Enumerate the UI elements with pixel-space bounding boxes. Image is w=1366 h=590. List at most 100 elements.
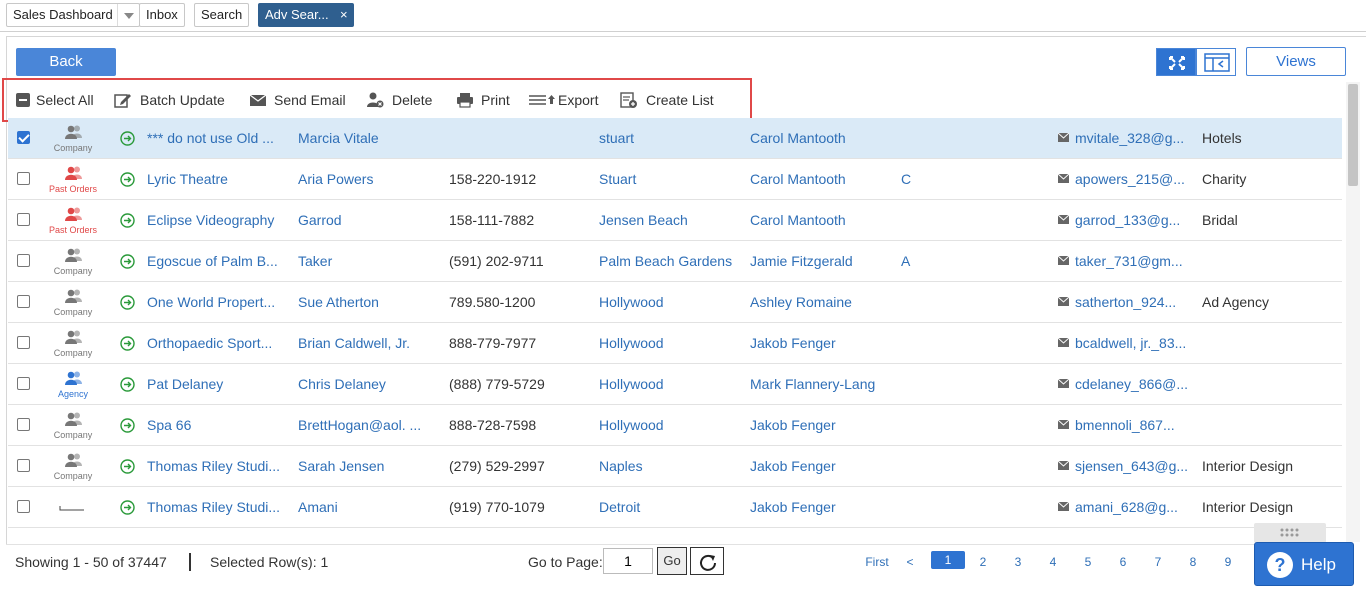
sales-rep[interactable]: Jakob Fenger — [750, 487, 890, 527]
sales-rep[interactable]: Mark Flannery-Lang — [750, 364, 890, 404]
open-record-icon[interactable] — [120, 459, 135, 474]
open-record-icon[interactable] — [120, 295, 135, 310]
grade[interactable] — [901, 446, 941, 486]
grade[interactable]: A — [901, 241, 941, 281]
refresh-button[interactable] — [690, 547, 724, 575]
account-name[interactable]: *** do not use Old ... — [147, 118, 292, 158]
account-name[interactable]: Thomas Riley Studi... — [147, 446, 292, 486]
tab-adv-search[interactable]: Adv Sear... × — [258, 3, 354, 27]
table-row[interactable]: Past Orders Lyric Theatre Aria Powers 158-2… — [8, 159, 1342, 200]
grade[interactable]: C — [901, 159, 941, 199]
email-link[interactable]: amani_628@g... — [1075, 487, 1195, 527]
export-button[interactable]: Export — [528, 80, 604, 120]
go-button[interactable]: Go — [657, 547, 687, 575]
drag-handle[interactable] — [1254, 523, 1326, 543]
open-record-icon[interactable] — [120, 254, 135, 269]
tab-inbox[interactable]: Inbox — [139, 3, 185, 27]
scrollbar-thumb[interactable] — [1348, 84, 1358, 186]
open-record-icon[interactable] — [120, 377, 135, 392]
city[interactable]: Jensen Beach — [599, 200, 744, 240]
city[interactable]: Stuart — [599, 159, 744, 199]
scrollbar[interactable] — [1346, 82, 1360, 542]
page-link[interactable]: 7 — [1141, 545, 1175, 579]
sales-rep[interactable]: Jamie Fitzgerald — [750, 241, 890, 281]
contact-name[interactable]: Sarah Jensen — [298, 446, 438, 486]
select-all-button[interactable]: Select All — [14, 80, 100, 120]
split-view-button[interactable] — [1196, 48, 1236, 76]
account-name[interactable]: Thomas Riley Studi... — [147, 487, 292, 527]
page-link[interactable]: 4 — [1036, 545, 1070, 579]
page-link[interactable]: 6 — [1106, 545, 1140, 579]
sales-rep[interactable]: Jakob Fenger — [750, 446, 890, 486]
grade[interactable] — [901, 323, 941, 363]
print-button[interactable]: Print — [456, 80, 516, 120]
table-row[interactable]: Company Spa 66 BrettHogan@aol. ... 888-728-… — [8, 405, 1342, 446]
city[interactable]: Palm Beach Gardens — [599, 241, 744, 281]
table-row[interactable]: Company One World Propert... Sue Atherton 7… — [8, 282, 1342, 323]
account-name[interactable]: Egoscue of Palm B... — [147, 241, 292, 281]
page-number-input[interactable] — [603, 548, 653, 574]
sales-rep[interactable]: Jakob Fenger — [750, 405, 890, 445]
row-checkbox[interactable] — [17, 336, 30, 349]
grade[interactable] — [901, 282, 941, 322]
page-link[interactable]: 3 — [1001, 545, 1035, 579]
contact-name[interactable]: BrettHogan@aol. ... — [298, 405, 438, 445]
contact-name[interactable]: Sue Atherton — [298, 282, 438, 322]
row-checkbox[interactable] — [17, 254, 30, 267]
city[interactable]: Hollywood — [599, 282, 744, 322]
account-name[interactable]: Spa 66 — [147, 405, 292, 445]
page-link[interactable]: 2 — [966, 545, 1000, 579]
current-page[interactable]: 1 — [931, 551, 965, 569]
email-link[interactable]: satherton_924... — [1075, 282, 1195, 322]
chevron-down-icon[interactable] — [116, 4, 139, 26]
first-page-link[interactable]: First — [862, 545, 892, 579]
email-link[interactable]: sjensen_643@g... — [1075, 446, 1195, 486]
open-record-icon[interactable] — [120, 500, 135, 515]
contact-name[interactable]: Amani — [298, 487, 438, 527]
page-link[interactable]: 8 — [1176, 545, 1210, 579]
batch-update-button[interactable]: Batch Update — [114, 80, 234, 120]
grade[interactable] — [901, 118, 941, 158]
contact-name[interactable]: Aria Powers — [298, 159, 438, 199]
contact-name[interactable]: Chris Delaney — [298, 364, 438, 404]
row-checkbox[interactable] — [17, 500, 30, 513]
city[interactable]: Hollywood — [599, 323, 744, 363]
delete-button[interactable]: Delete — [366, 80, 438, 120]
row-checkbox[interactable] — [17, 172, 30, 185]
table-row[interactable]: Company Egoscue of Palm B... Taker (591) 20… — [8, 241, 1342, 282]
row-checkbox[interactable] — [17, 377, 30, 390]
account-name[interactable]: Orthopaedic Sport... — [147, 323, 292, 363]
city[interactable]: stuart — [599, 118, 744, 158]
table-row[interactable]: Past Orders Eclipse Videography Garrod 158-… — [8, 200, 1342, 241]
row-checkbox[interactable] — [17, 295, 30, 308]
row-checkbox[interactable] — [17, 418, 30, 431]
sales-rep[interactable]: Carol Mantooth — [750, 159, 890, 199]
row-checkbox[interactable] — [17, 459, 30, 472]
row-checkbox[interactable] — [17, 213, 30, 226]
table-row[interactable]: Company *** do not use Old ... Marcia Vita… — [8, 118, 1342, 159]
email-link[interactable]: taker_731@gm... — [1075, 241, 1195, 281]
send-email-button[interactable]: Send Email — [249, 80, 349, 120]
open-record-icon[interactable] — [120, 418, 135, 433]
email-link[interactable]: garrod_133@g... — [1075, 200, 1195, 240]
contact-name[interactable]: Garrod — [298, 200, 438, 240]
open-record-icon[interactable] — [120, 336, 135, 351]
contact-name[interactable]: Taker — [298, 241, 438, 281]
page-link[interactable]: 9 — [1211, 545, 1245, 579]
contact-name[interactable]: Brian Caldwell, Jr. — [298, 323, 438, 363]
table-row[interactable]: Thomas Riley Studi... Amani (919) 770-1079… — [8, 487, 1342, 528]
tab-search[interactable]: Search — [194, 3, 250, 27]
grade[interactable] — [901, 487, 941, 527]
city[interactable]: Naples — [599, 446, 744, 486]
create-list-button[interactable]: Create List — [620, 80, 720, 120]
grade[interactable] — [901, 405, 941, 445]
open-record-icon[interactable] — [120, 172, 135, 187]
email-link[interactable]: apowers_215@... — [1075, 159, 1195, 199]
sales-rep[interactable]: Jakob Fenger — [750, 323, 890, 363]
fullscreen-button[interactable] — [1156, 48, 1196, 76]
close-icon[interactable]: × — [340, 4, 348, 26]
account-name[interactable]: Eclipse Videography — [147, 200, 292, 240]
account-name[interactable]: Pat Delaney — [147, 364, 292, 404]
table-row[interactable]: Agency Pat Delaney Chris Delaney (888) 779-… — [8, 364, 1342, 405]
city[interactable]: Detroit — [599, 487, 744, 527]
